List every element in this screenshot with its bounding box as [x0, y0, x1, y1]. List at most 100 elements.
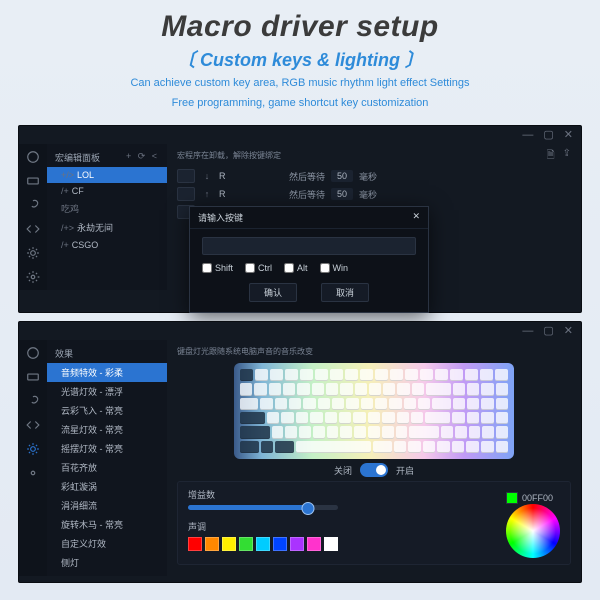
key — [480, 369, 493, 381]
sidebar-item[interactable]: 流星灯效 - 常亮 — [47, 420, 167, 439]
macro-row[interactable]: ↓R然后等待50毫秒 — [177, 167, 571, 185]
sidebar-title: 效果 — [55, 347, 73, 360]
hero-line1: Can achieve custom key area, RGB music r… — [8, 75, 592, 92]
key-input[interactable] — [202, 237, 416, 255]
macro-sidebar: 宏编辑面板 + ⟳ < +/>LOL/+CF吃鸡/+>永劫无间/+CSGO — [47, 144, 167, 290]
toggle-off-label: 关闭 — [334, 464, 352, 477]
effect-toggle[interactable] — [360, 463, 388, 477]
logo-icon — [26, 346, 40, 360]
sun-icon[interactable] — [26, 246, 40, 260]
color-swatch[interactable] — [324, 537, 338, 551]
key — [382, 426, 394, 438]
hero-line2: Free programming, game shortcut key cust… — [8, 95, 592, 112]
sidebar-title: 宏编辑面板 + ⟳ < — [47, 148, 167, 167]
code-icon[interactable] — [26, 222, 40, 236]
sidebar-item[interactable]: 云彩飞入 - 常亮 — [47, 401, 167, 420]
key — [481, 412, 493, 424]
cancel-button[interactable]: 取消 — [321, 283, 369, 302]
sidebar-item[interactable]: 涓涓细流 — [47, 496, 167, 515]
upload-icon[interactable]: ⇪ — [563, 148, 571, 165]
window-titlebar: — ▢ ✕ — [19, 322, 581, 340]
modifier-check[interactable]: Win — [320, 263, 349, 273]
key — [465, 369, 478, 381]
color-swatch[interactable] — [290, 537, 304, 551]
minimize-icon[interactable]: — — [522, 326, 533, 337]
gear-icon[interactable] — [26, 270, 40, 284]
key — [269, 383, 281, 395]
color-swatch[interactable] — [307, 537, 321, 551]
key — [375, 398, 387, 410]
keyboard-icon[interactable] — [26, 370, 40, 384]
key — [345, 369, 358, 381]
sun-icon[interactable] — [26, 442, 40, 456]
close-icon[interactable]: ✕ — [412, 211, 420, 224]
sidebar-item[interactable]: /+>永劫无间 — [47, 218, 167, 237]
close-icon[interactable]: ✕ — [564, 326, 573, 337]
sidebar-item[interactable]: 自定义灯效 — [47, 534, 167, 553]
sidebar-item[interactable]: 百花齐放 — [47, 458, 167, 477]
sidebar-item[interactable]: 吃鸡 — [47, 199, 167, 218]
key — [303, 398, 315, 410]
maximize-icon[interactable]: ▢ — [543, 326, 553, 337]
code-icon[interactable] — [26, 418, 40, 432]
key — [437, 441, 450, 453]
link-icon[interactable] — [26, 394, 40, 408]
key — [467, 398, 479, 410]
key — [435, 369, 448, 381]
nav-rail — [19, 144, 47, 290]
maximize-icon[interactable]: ▢ — [543, 130, 553, 141]
key — [300, 369, 313, 381]
sidebar-item[interactable]: /+CSGO — [47, 237, 167, 253]
key — [394, 441, 407, 453]
sidebar-item[interactable]: 音频特效 - 彩柔 — [47, 363, 167, 382]
sidebar-item[interactable]: 彩虹漩涡 — [47, 477, 167, 496]
sidebar-item[interactable]: /+CF — [47, 183, 167, 199]
gear-icon[interactable] — [26, 466, 40, 480]
modifier-check[interactable]: Shift — [202, 263, 233, 273]
sidebar-item[interactable]: 侧灯 — [47, 553, 167, 572]
key — [353, 412, 365, 424]
key — [496, 383, 508, 395]
close-icon[interactable]: ✕ — [564, 130, 573, 141]
modifier-check[interactable]: Alt — [284, 263, 308, 273]
key — [275, 441, 294, 453]
key — [318, 398, 330, 410]
key — [260, 398, 272, 410]
key — [482, 426, 494, 438]
key — [240, 412, 265, 424]
macro-row[interactable]: ↑R然后等待50毫秒 — [177, 185, 571, 203]
sidebar-item[interactable]: 摇摆灯效 - 常亮 — [47, 439, 167, 458]
modifier-check[interactable]: Ctrl — [245, 263, 272, 273]
sidebar-item[interactable]: +/>LOL — [47, 167, 167, 183]
color-swatch[interactable] — [188, 537, 202, 551]
color-swatch[interactable] — [273, 537, 287, 551]
modal-title: 请输入按键 — [198, 211, 243, 224]
doc-icon[interactable]: 🗎 — [547, 148, 555, 165]
color-wheel[interactable] — [506, 504, 560, 558]
key — [327, 426, 339, 438]
color-swatch[interactable] — [205, 537, 219, 551]
key — [346, 398, 358, 410]
key — [481, 441, 494, 453]
lighting-hint: 键盘灯光跟随系统电脑声音的音乐改变 — [177, 346, 571, 357]
key — [405, 369, 418, 381]
gain-slider[interactable] — [188, 505, 338, 510]
minimize-icon[interactable]: — — [522, 130, 533, 141]
sidebar-item[interactable]: 旋转木马 - 常亮 — [47, 515, 167, 534]
key — [404, 398, 416, 410]
key — [354, 426, 366, 438]
hero: Macro driver setup 〔 Custom keys & light… — [0, 0, 600, 117]
link-icon[interactable] — [26, 198, 40, 212]
key — [285, 369, 298, 381]
lighting-window: — ▢ ✕ 效果 音频特效 - 彩柔 光谱灯效 - 漂浮云彩飞入 - 常亮流星灯… — [18, 321, 582, 583]
sidebar-item[interactable]: 光谱灯效 - 漂浮 — [47, 382, 167, 401]
color-swatch[interactable] — [222, 537, 236, 551]
key — [240, 369, 253, 381]
ok-button[interactable]: 确认 — [249, 283, 297, 302]
key — [275, 398, 287, 410]
keyboard-icon[interactable] — [26, 174, 40, 188]
tone-label: 声调 — [188, 522, 206, 532]
color-swatch[interactable] — [239, 537, 253, 551]
color-swatch[interactable] — [256, 537, 270, 551]
key — [373, 441, 392, 453]
